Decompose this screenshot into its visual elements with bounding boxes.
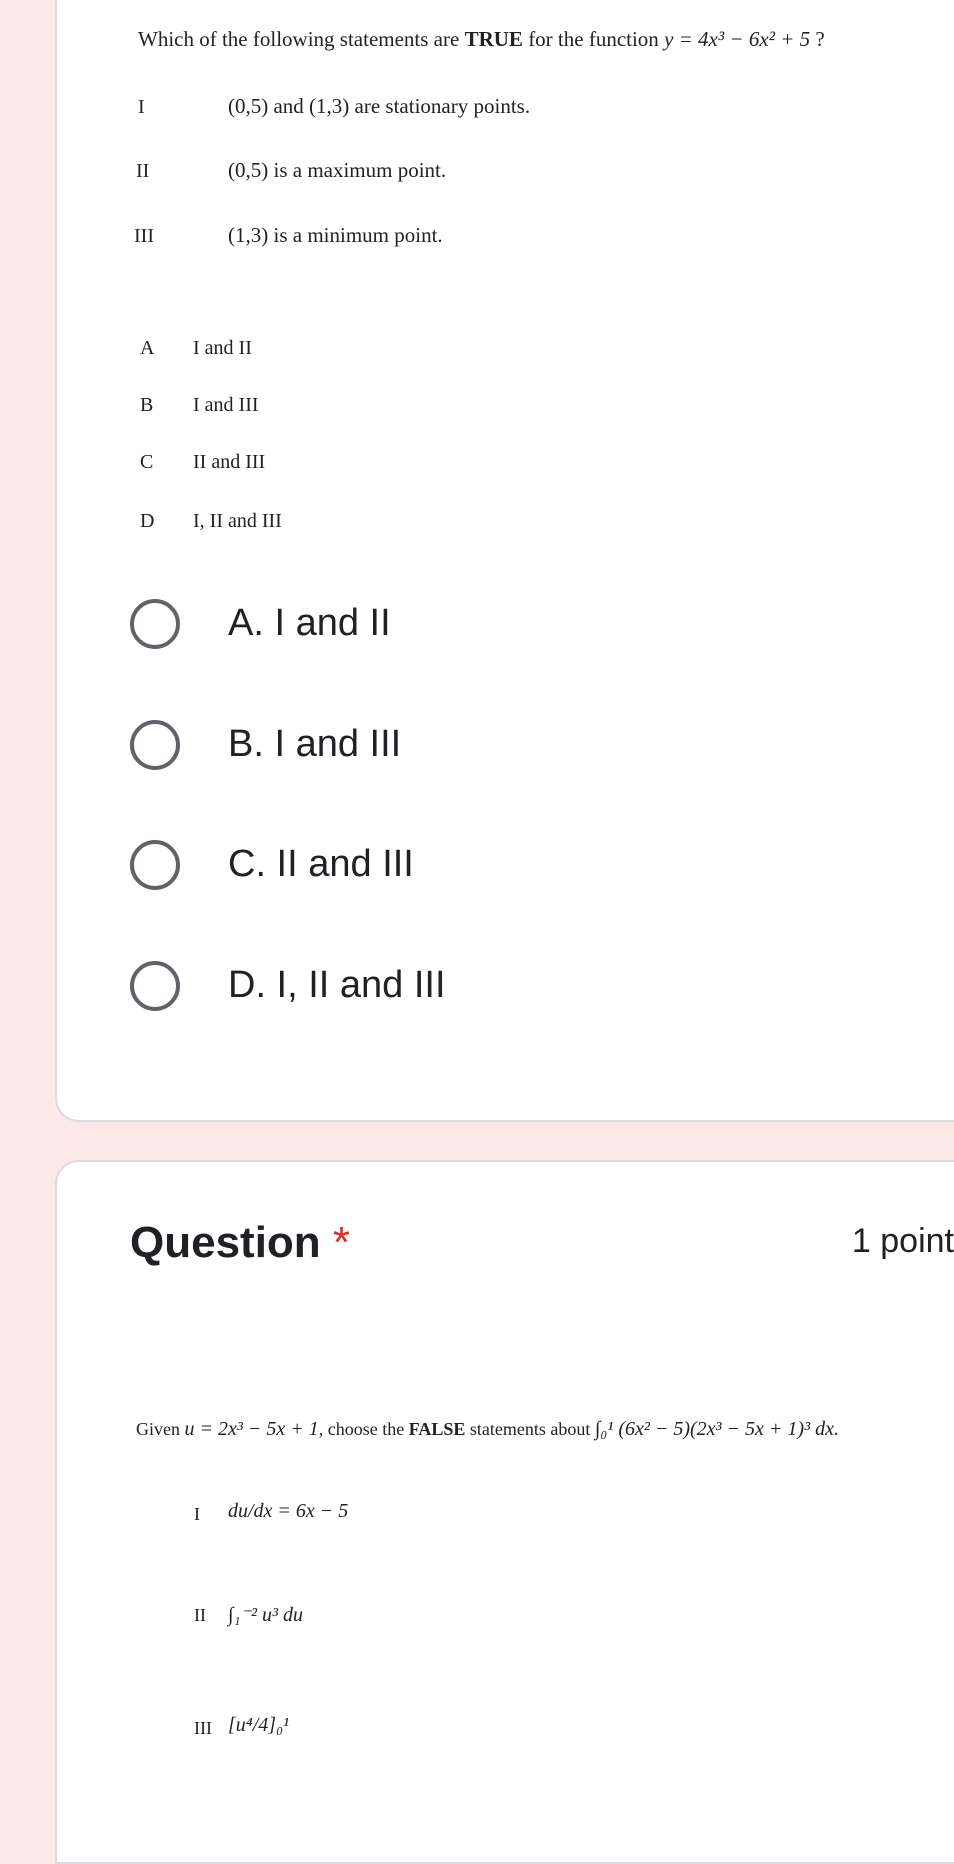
radio-option-a[interactable] [130, 599, 180, 649]
radio-option-c[interactable] [130, 840, 180, 890]
question-card-1 [55, 0, 954, 1122]
statement-numeral: II [194, 1605, 206, 1625]
stem-text: Which of the following statements are [138, 27, 465, 51]
stem-text: statements about [465, 1419, 595, 1439]
required-marker: * [332, 1218, 351, 1267]
choice-label-b[interactable]: B. I and III [228, 723, 401, 766]
option-text: II and III [193, 451, 266, 473]
choice-label-c[interactable]: C. II and III [228, 843, 414, 886]
statement-numeral: III [194, 1718, 212, 1738]
option-text: I, II and III [193, 510, 282, 532]
statement-text: (1,3) is a minimum point. [228, 223, 443, 247]
statement-evaluation: [u⁴/4]₀¹ [228, 1714, 290, 1736]
statement-numeral: I [194, 1504, 200, 1524]
integral-expression: ∫₀¹ (6x² − 5)(2x³ − 5x + 1)³ dx. [594, 1418, 839, 1440]
statement-numeral: III [134, 225, 154, 247]
question-1-stem: Which of the following statements are TR… [138, 27, 825, 52]
option-text: I and III [193, 394, 259, 416]
stem-text: for the function [522, 27, 665, 51]
statement-derivative: du/dx = 6x − 5 [228, 1500, 349, 1522]
stem-text: ? [810, 27, 825, 51]
option-letter: A [140, 337, 155, 359]
option-letter: B [140, 394, 154, 416]
radio-option-b[interactable] [130, 720, 180, 770]
stem-text: Given [136, 1419, 185, 1439]
option-text: I and II [193, 337, 252, 359]
question-title-text: Question [130, 1218, 321, 1267]
stem-bold: FALSE [408, 1419, 466, 1439]
question-title: Question * [130, 1218, 350, 1268]
statement-numeral: II [136, 160, 150, 182]
stem-text: , choose the [318, 1419, 409, 1439]
option-letter: C [140, 451, 154, 473]
radio-option-d[interactable] [130, 961, 180, 1011]
points-label: 1 point [851, 1222, 954, 1260]
stem-bold: TRUE [464, 27, 523, 51]
option-letter: D [140, 510, 155, 532]
u-definition: u = 2x³ − 5x + 1 [184, 1418, 319, 1440]
choice-label-a[interactable]: A. I and II [228, 602, 391, 645]
statement-text: (0,5) is a maximum point. [228, 158, 447, 182]
statement-integral: ∫₁⁻² u³ du [228, 1604, 303, 1626]
function-expression: y = 4x³ − 6x² + 5 [664, 27, 811, 51]
statement-text: (0,5) and (1,3) are stationary points. [228, 94, 531, 118]
choice-label-d[interactable]: D. I, II and III [228, 964, 446, 1007]
question-2-stem: Given u = 2x³ − 5x + 1, choose the FALSE… [136, 1418, 839, 1441]
statement-numeral: I [138, 96, 145, 118]
